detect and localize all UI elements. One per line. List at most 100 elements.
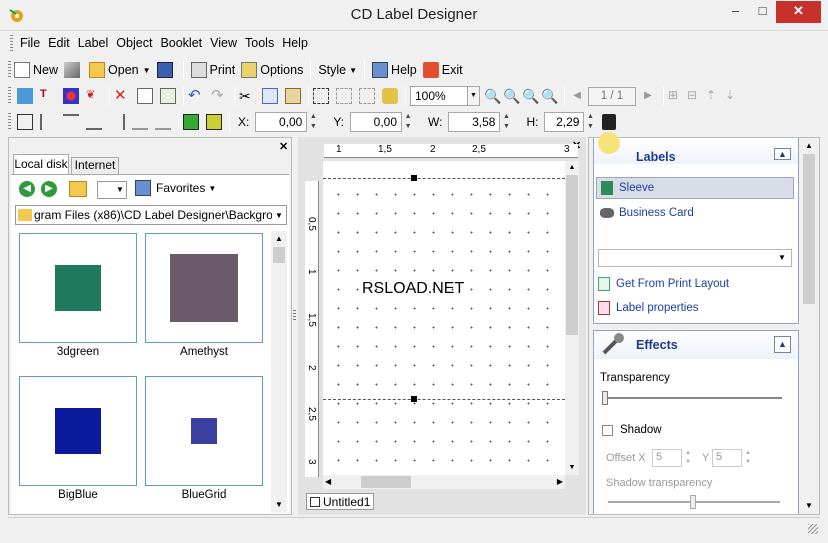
thumbnail-scrollbar[interactable]: ▲ ▼ xyxy=(271,231,287,513)
menu-label[interactable]: Label xyxy=(74,33,113,53)
menubar-grip[interactable] xyxy=(10,35,13,53)
align-center-icon[interactable] xyxy=(17,114,33,130)
menu-booklet[interactable]: Booklet xyxy=(156,33,206,53)
copy-icon[interactable] xyxy=(262,88,278,104)
offset-y-input[interactable]: 5 xyxy=(712,449,742,467)
scroll-thumb[interactable] xyxy=(566,175,578,335)
help-button[interactable]: Help xyxy=(369,59,420,81)
height-spinner[interactable]: ▲ ▼ xyxy=(584,112,596,132)
height-input[interactable]: 2,29 xyxy=(544,112,585,132)
collapse-labels-button[interactable]: ▲ xyxy=(774,148,791,160)
align-top-icon[interactable] xyxy=(63,114,79,130)
right-panel-scrollbar[interactable]: ▲ ▼ xyxy=(801,138,817,514)
scroll-up-icon[interactable]: ▲ xyxy=(801,138,817,154)
thumbnail-item[interactable]: Amethyst xyxy=(145,233,263,358)
scroll-right-icon[interactable]: ▶ xyxy=(557,475,563,489)
zoom-actual-icon[interactable]: 🔍 xyxy=(541,88,558,104)
label-text-object[interactable]: RSLOAD.NET xyxy=(362,280,464,298)
chevron-down-icon[interactable]: ▼ xyxy=(272,211,286,220)
toolbar-grip[interactable] xyxy=(8,113,11,131)
folder-up-icon[interactable] xyxy=(69,181,87,197)
size-grip-icon[interactable] xyxy=(808,524,818,534)
print-button[interactable]: Print xyxy=(188,59,239,81)
scroll-down-icon[interactable]: ▼ xyxy=(271,497,287,513)
favorites-button[interactable]: Favorites ▼ xyxy=(135,180,216,196)
style-menu-button[interactable]: Style ▼ xyxy=(315,59,360,81)
resize-handle[interactable] xyxy=(411,175,417,181)
remove-page-icon[interactable]: ⊟ xyxy=(687,88,703,104)
resize-handle[interactable] xyxy=(411,396,417,402)
maximize-button[interactable]: □ xyxy=(749,1,776,23)
chevron-down-icon[interactable]: ▼ xyxy=(775,251,789,265)
menu-help[interactable]: Help xyxy=(278,33,312,53)
x-input[interactable]: 0,00 xyxy=(255,112,308,132)
zoom-in-icon[interactable]: 🔍 xyxy=(484,88,501,104)
lock-ratio-icon[interactable] xyxy=(602,114,617,130)
canvas-horizontal-scrollbar[interactable]: ◀ ▶ xyxy=(323,475,565,489)
scroll-thumb[interactable] xyxy=(361,476,411,488)
new-button[interactable]: New xyxy=(11,59,61,81)
thumbnail-item[interactable]: BlueGrid xyxy=(145,376,263,501)
wizard-button[interactable] xyxy=(61,59,86,81)
align-right-icon[interactable] xyxy=(109,114,125,130)
y-spinner[interactable]: ▲ ▼ xyxy=(402,112,414,132)
zoom-value[interactable]: 100% xyxy=(410,86,468,106)
collapse-effects-button[interactable]: ▲ xyxy=(774,336,791,353)
bring-to-front-icon[interactable] xyxy=(183,114,199,130)
label-item-business-card[interactable]: Business Card xyxy=(596,202,794,224)
label-properties-link[interactable]: Label properties xyxy=(598,301,698,315)
toolbar-grip[interactable] xyxy=(8,87,11,105)
scroll-down-icon[interactable]: ▼ xyxy=(801,498,817,514)
ungroup-icon[interactable] xyxy=(359,88,375,104)
open-button[interactable]: Open ▼ xyxy=(86,59,154,81)
y-input[interactable]: 0,00 xyxy=(350,112,403,132)
redo-icon[interactable]: ↷ xyxy=(211,88,227,104)
options-button[interactable]: Options xyxy=(238,59,306,81)
scroll-down-icon[interactable]: ▼ xyxy=(565,461,579,475)
zoom-select[interactable]: 100% ▼ xyxy=(410,86,480,106)
shapes-icon[interactable] xyxy=(63,88,79,104)
offset-y-spinner[interactable]: ▲ ▼ xyxy=(742,449,754,467)
transparency-slider-handle[interactable] xyxy=(602,391,608,405)
add-page-icon[interactable]: ⊞ xyxy=(668,88,684,104)
undo-icon[interactable]: ↶ xyxy=(188,88,204,104)
thumbnail-frame[interactable] xyxy=(145,233,263,343)
splitter-grip[interactable] xyxy=(293,310,296,322)
text-icon[interactable]: T xyxy=(40,88,56,104)
menu-object[interactable]: Object xyxy=(112,33,156,53)
curved-text-icon[interactable]: ❦ xyxy=(86,88,102,104)
previous-page-icon[interactable]: ◀ xyxy=(569,88,585,104)
offset-x-input[interactable]: 5 xyxy=(652,449,682,467)
label-item-sleeve[interactable]: Sleeve xyxy=(596,177,794,199)
align-middle-icon[interactable] xyxy=(132,114,148,130)
move-page-up-icon[interactable]: ⇡ xyxy=(706,88,722,104)
get-from-print-layout-link[interactable]: Get From Print Layout xyxy=(598,277,729,291)
exit-button[interactable]: Exit xyxy=(420,59,466,81)
cut-icon[interactable]: ✂ xyxy=(239,88,255,104)
next-page-icon[interactable]: ▶ xyxy=(640,88,656,104)
close-panel-icon[interactable]: ✕ xyxy=(279,140,288,153)
shadow-checkbox[interactable] xyxy=(602,425,613,436)
minimize-button[interactable]: – xyxy=(722,1,749,23)
thumbnail-frame[interactable] xyxy=(19,376,137,486)
group-icon[interactable] xyxy=(336,88,352,104)
label-layout-select[interactable]: ▼ xyxy=(598,249,792,267)
zoom-out-icon[interactable]: 🔍 xyxy=(503,88,520,104)
back-icon[interactable]: ◀ xyxy=(19,181,35,197)
x-spinner[interactable]: ▲ ▼ xyxy=(307,112,319,132)
lock-icon[interactable] xyxy=(382,88,398,104)
distribute-icon[interactable] xyxy=(155,114,171,130)
scroll-left-icon[interactable]: ◀ xyxy=(325,475,331,489)
tab-local-disk[interactable]: Local disk xyxy=(13,154,69,174)
menu-view[interactable]: View xyxy=(206,33,241,53)
layout-icon[interactable] xyxy=(160,88,176,104)
properties-icon[interactable] xyxy=(137,88,153,104)
transparency-slider-track[interactable] xyxy=(602,397,782,399)
scroll-up-icon[interactable]: ▲ xyxy=(565,161,579,175)
menu-edit[interactable]: Edit xyxy=(44,33,74,53)
path-combo[interactable]: gram Files (x86)\CD Label Designer\Backg… xyxy=(15,205,287,225)
forward-icon[interactable]: ▶ xyxy=(41,181,57,197)
thumbnail-item[interactable]: 3dgreen xyxy=(19,233,137,358)
path-value[interactable]: gram Files (x86)\CD Label Designer\Backg… xyxy=(34,208,272,222)
width-input[interactable]: 3,58 xyxy=(448,112,501,132)
